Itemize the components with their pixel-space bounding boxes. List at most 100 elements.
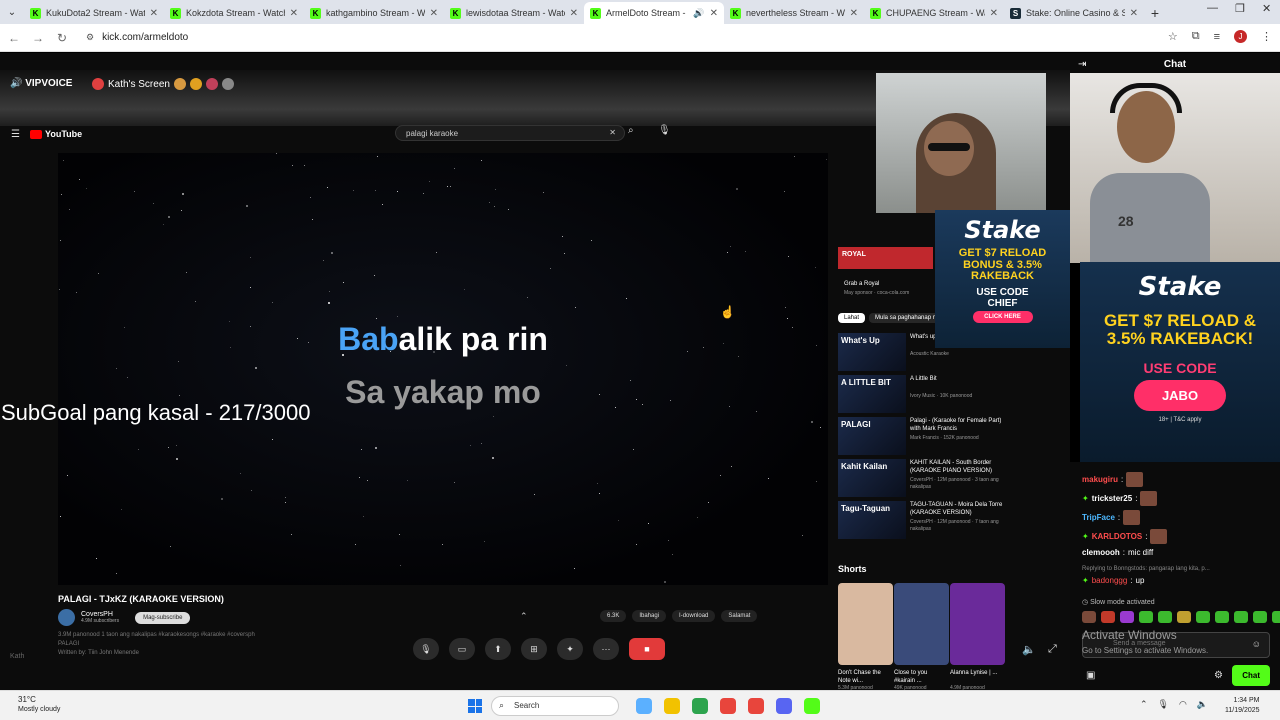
tab-search-icon[interactable]: ⌄ <box>0 0 24 24</box>
browser-tab[interactable]: Knevertheless Stream - Watc ✕ <box>724 2 864 24</box>
stake-ad-small[interactable]: Stake GET $7 RELOAD BONUS & 3.5% RAKEBAC… <box>935 210 1070 348</box>
mic-toggle-icon[interactable]: 🎙 <box>413 638 439 660</box>
tray-expand-icon[interactable]: ⌃ <box>1140 699 1148 710</box>
back-icon[interactable]: ← <box>2 31 26 45</box>
subscribe-button[interactable]: Mag-subscribe <box>135 611 191 624</box>
start-button[interactable] <box>468 699 482 713</box>
url-text[interactable]: kick.com/armeldoto <box>102 32 188 43</box>
reload-icon[interactable]: ↻ <box>50 31 74 45</box>
browser-tab[interactable]: K ArmelDoto Stream - Wat 🔊 ✕ <box>584 2 724 24</box>
video-thumbnail[interactable]: Tagu-Taguan <box>838 501 906 539</box>
short-thumbnail[interactable] <box>894 583 949 665</box>
tab-close-icon[interactable]: ✕ <box>850 8 858 19</box>
video-thumbnail[interactable]: What's Up <box>838 333 906 371</box>
channel-name[interactable]: CoversPH <box>81 611 119 618</box>
grid-icon[interactable]: ⊞ <box>521 638 547 660</box>
discord-icon[interactable] <box>776 698 792 714</box>
tab-close-icon[interactable]: ✕ <box>990 8 998 19</box>
clear-search-icon[interactable]: ✕ <box>609 128 616 137</box>
suggested-video[interactable]: Tagu-Taguan TAGU-TAGUAN - Moira Dela Torr… <box>838 501 1066 539</box>
video-thumbnail[interactable]: Kahit Kailan <box>838 459 906 497</box>
more-options-icon[interactable]: ⋯ <box>593 638 619 660</box>
send-chat-button[interactable]: Chat <box>1232 665 1270 686</box>
emoji-icon[interactable]: ☺ <box>1252 639 1261 649</box>
short-thumbnail[interactable] <box>950 583 1005 665</box>
copilot-icon[interactable] <box>636 698 652 714</box>
tab-audio-icon[interactable]: 🔊 <box>693 8 704 19</box>
stake-ad-large[interactable]: Stake GET $7 RELOAD & 3.5% RAKEBACK! USE… <box>1080 262 1280 462</box>
filter-chip[interactable]: Lahat <box>838 313 866 323</box>
chat-username[interactable]: TripFace <box>1082 513 1115 522</box>
bookmark-star-icon[interactable]: ☆ <box>1168 30 1178 43</box>
effects-icon[interactable]: ✦ <box>557 638 583 660</box>
chat-username[interactable]: KARLDOTOS <box>1092 532 1143 541</box>
chrome-icon[interactable] <box>720 698 736 714</box>
sponsor-title[interactable]: Grab a Royal <box>844 281 879 287</box>
new-tab-button[interactable]: + <box>1144 2 1166 24</box>
restore-icon[interactable]: ❐ <box>1235 2 1245 15</box>
search-icon[interactable]: ⌕ <box>628 125 634 136</box>
video-description[interactable]: 3.9M panonood 1 taon ang nakalipas #kara… <box>58 631 358 658</box>
video-thumbnail[interactable]: PALAGI <box>838 417 906 455</box>
suggested-title[interactable]: Palagi - (Karaoke for Female Part) with … <box>910 417 1010 433</box>
speaker-icon[interactable]: 🔈 <box>1197 699 1208 710</box>
end-call-button[interactable]: ■ <box>629 638 665 660</box>
site-info-icon[interactable]: ⚙ <box>86 32 94 43</box>
stake-click-here-button[interactable]: CLICK HERE <box>972 310 1033 323</box>
browser-tab[interactable]: Kkathgambino Stream - Watc ✕ <box>304 2 444 24</box>
karaoke-video[interactable]: Babalik pa rin Sa yakap mo ☝ <box>58 153 828 585</box>
video-action-button[interactable]: Salamat <box>721 610 758 622</box>
chat-settings-icon[interactable]: ⚙ <box>1214 670 1223 681</box>
mic-icon[interactable]: 🎙 <box>658 125 671 136</box>
tab-close-icon[interactable]: ✕ <box>710 8 718 19</box>
tab-close-icon[interactable]: ✕ <box>290 8 298 19</box>
forward-icon[interactable]: → <box>26 31 50 45</box>
suggested-title[interactable]: KAHIT KAILAN - South Border (KARAOKE PIA… <box>910 459 1010 475</box>
youtube-search-input[interactable]: palagi karaoke ✕ <box>395 125 625 141</box>
profile-avatar[interactable]: J <box>1234 30 1247 43</box>
weather-widget[interactable]: 31°C Mostly cloudy <box>18 695 60 715</box>
channel-avatar[interactable] <box>58 609 75 626</box>
video-action-button[interactable]: Ibahagi <box>632 610 667 622</box>
file-explorer-icon[interactable] <box>664 698 680 714</box>
short-title[interactable]: Close to you #kairain ... <box>894 669 949 685</box>
kick-icon[interactable] <box>804 698 820 714</box>
youtube-logo[interactable]: YouTube <box>30 129 82 139</box>
url-field[interactable]: ⚙ kick.com/armeldoto <box>86 32 188 43</box>
mic-tray-icon[interactable]: 🎙 <box>1158 699 1169 710</box>
tab-close-icon[interactable]: ✕ <box>1130 8 1138 19</box>
video-action-button[interactable]: I-download <box>672 610 716 622</box>
suggested-title[interactable]: TAGU-TAGUAN - Moira Dela Torre (KARAOKE … <box>910 501 1010 517</box>
suggested-video[interactable]: A LITTLE BIT A Little Bit Ivory Music · 10… <box>838 375 1066 413</box>
tab-close-icon[interactable]: ✕ <box>150 8 158 19</box>
short-thumbnail[interactable] <box>838 583 893 665</box>
clock[interactable]: 1:34 PM 11/19/2025 <box>1225 696 1260 716</box>
minimize-icon[interactable]: — <box>1207 2 1218 14</box>
browser-tab[interactable]: Klewisdotaa Stream - Watch L ✕ <box>444 2 584 24</box>
browser-tab[interactable]: S Stake: Online Casino & Spor ✕ <box>1004 2 1144 24</box>
short-title[interactable]: Alanna Lynise | ... <box>950 669 1005 677</box>
camera-toggle-icon[interactable]: ▭ <box>449 638 475 660</box>
chrome-profile-icon[interactable] <box>748 698 764 714</box>
suggested-video[interactable]: Kahit Kailan KAHIT KAILAN - South Border … <box>838 459 1066 497</box>
chat-username[interactable]: trickster25 <box>1092 494 1132 503</box>
browser-icon[interactable] <box>692 698 708 714</box>
expand-icon[interactable]: ⌃ <box>520 611 528 622</box>
hamburger-icon[interactable]: ☰ <box>11 129 20 140</box>
video-action-button[interactable]: 6.3K <box>600 610 627 622</box>
chat-username[interactable]: makugiru <box>1082 475 1118 484</box>
wifi-icon[interactable]: ◠ <box>1179 699 1187 710</box>
taskbar-search[interactable]: ⌕ Search <box>491 696 619 716</box>
browser-tab[interactable]: K KukuDota2 Stream - Watch ✕ <box>24 2 164 24</box>
suggested-title[interactable]: A Little Bit <box>910 375 1010 383</box>
present-icon[interactable]: ⬆ <box>485 638 511 660</box>
browser-tab[interactable]: K CHUPAENG Stream - Watch ✕ <box>864 2 1004 24</box>
browser-menu-icon[interactable]: ⋮ <box>1261 30 1272 43</box>
tab-close-icon[interactable]: ✕ <box>570 8 578 19</box>
tab-close-icon[interactable]: ✕ <box>430 8 438 19</box>
extensions-icon[interactable]: ⧉ <box>1192 30 1200 43</box>
sponsor-thumb[interactable]: ROYAL <box>838 247 933 269</box>
gift-icon[interactable]: ▣ <box>1086 670 1095 681</box>
short-title[interactable]: Don't Chase the Note wi... <box>838 669 893 685</box>
media-controls-icon[interactable]: ≡ <box>1214 31 1220 43</box>
